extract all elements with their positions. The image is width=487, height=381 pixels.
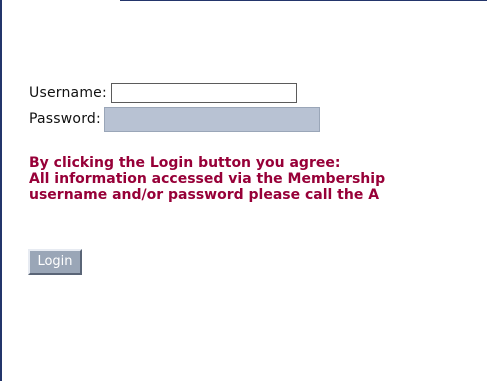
username-input[interactable] xyxy=(110,83,297,103)
agreement-line-2: All information accessed via the Members… xyxy=(29,171,386,187)
frame-top-border xyxy=(120,0,487,1)
agreement-line-3: username and/or password please call the… xyxy=(29,187,380,203)
login-button[interactable]: Login xyxy=(28,249,82,275)
password-row: Password: xyxy=(29,106,320,132)
password-label: Password: xyxy=(29,111,101,127)
login-agreement-notice: By clicking the Login button you agree: … xyxy=(29,155,487,203)
frame-left-border xyxy=(0,0,2,381)
password-input[interactable] xyxy=(103,106,320,132)
username-row: Username: xyxy=(29,80,297,106)
username-label: Username: xyxy=(29,85,107,101)
agreement-line-1: By clicking the Login button you agree: xyxy=(29,155,341,171)
